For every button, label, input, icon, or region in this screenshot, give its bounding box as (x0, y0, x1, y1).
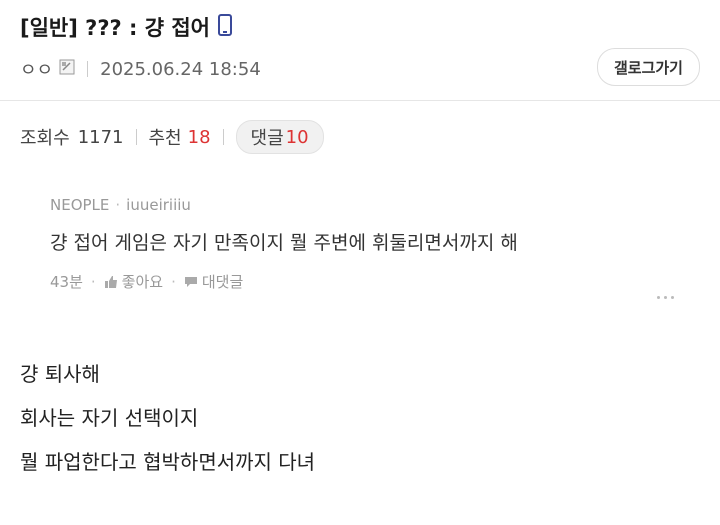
post-title: [일반] ??? : 걍 접어 (20, 16, 210, 40)
author-name[interactable]: ㅇㅇ (20, 56, 53, 82)
meta-divider (87, 61, 89, 77)
recommend-count: 18 (187, 126, 211, 148)
stats-divider (222, 129, 224, 145)
post-date: 2025.06.24 18:54 (100, 58, 261, 80)
dot-separator: · (90, 272, 96, 291)
comment-user: iuueiriiiu (126, 196, 191, 214)
quoted-comment: NEOPLE · iuueiriiiu 걍 접어 게임은 자기 만족이지 뭘 주… (50, 196, 690, 292)
views-label: 조회수 (20, 128, 70, 149)
post-page: [일반] ??? : 걍 접어 ㅇㅇ 2025.06.24 18:54 갤로그가… (0, 0, 720, 525)
comment-time: 43분 (50, 273, 83, 291)
reply-label: 대댓글 (201, 273, 244, 291)
header-divider (0, 100, 720, 101)
body-line: 회사는 자기 선택이지 (20, 406, 199, 430)
recommend-label: 추천 (148, 128, 182, 149)
views-count: 1171 (77, 126, 124, 148)
thumbs-up-icon (104, 275, 117, 288)
reply-button[interactable]: 대댓글 (184, 271, 243, 292)
gallog-button[interactable]: 갤로그가기 (596, 48, 700, 86)
like-button[interactable]: 좋아요 (104, 271, 163, 292)
comment-source: NEOPLE (50, 196, 110, 214)
stats-row: 조회수 1171 추천 18 댓글 10 (20, 120, 324, 154)
post-title-row: [일반] ??? : 걍 접어 (20, 12, 232, 42)
more-options-icon[interactable] (657, 296, 674, 299)
comments-count: 10 (285, 126, 309, 148)
body-line: 뭘 파업한다고 협박하면서까지 다녀 (20, 450, 316, 474)
comments-button[interactable]: 댓글 10 (235, 120, 324, 154)
dot-separator: · (115, 196, 121, 214)
stats-divider (135, 129, 137, 145)
quoted-comment-actions: 43분 · 좋아요 · 대댓글 (50, 271, 690, 292)
quoted-comment-meta: NEOPLE · iuueiriiiu (50, 196, 690, 214)
post-meta-row: ㅇㅇ 2025.06.24 18:54 (20, 56, 261, 82)
speech-bubble-icon (184, 276, 197, 287)
body-line: 걍 퇴사해 (20, 362, 100, 386)
dot-separator: · (171, 272, 176, 291)
quoted-comment-text: 걍 접어 게임은 자기 만족이지 뭘 주변에 휘둘리면서까지 해 (50, 232, 518, 254)
mobile-phone-icon (217, 13, 232, 41)
post-body: 걍 퇴사해 회사는 자기 선택이지 뭘 파업한다고 협박하면서까지 다녀 (20, 352, 315, 484)
like-label: 좋아요 (121, 273, 164, 291)
gallog-icon[interactable] (59, 59, 75, 80)
comments-label: 댓글 (250, 128, 284, 149)
